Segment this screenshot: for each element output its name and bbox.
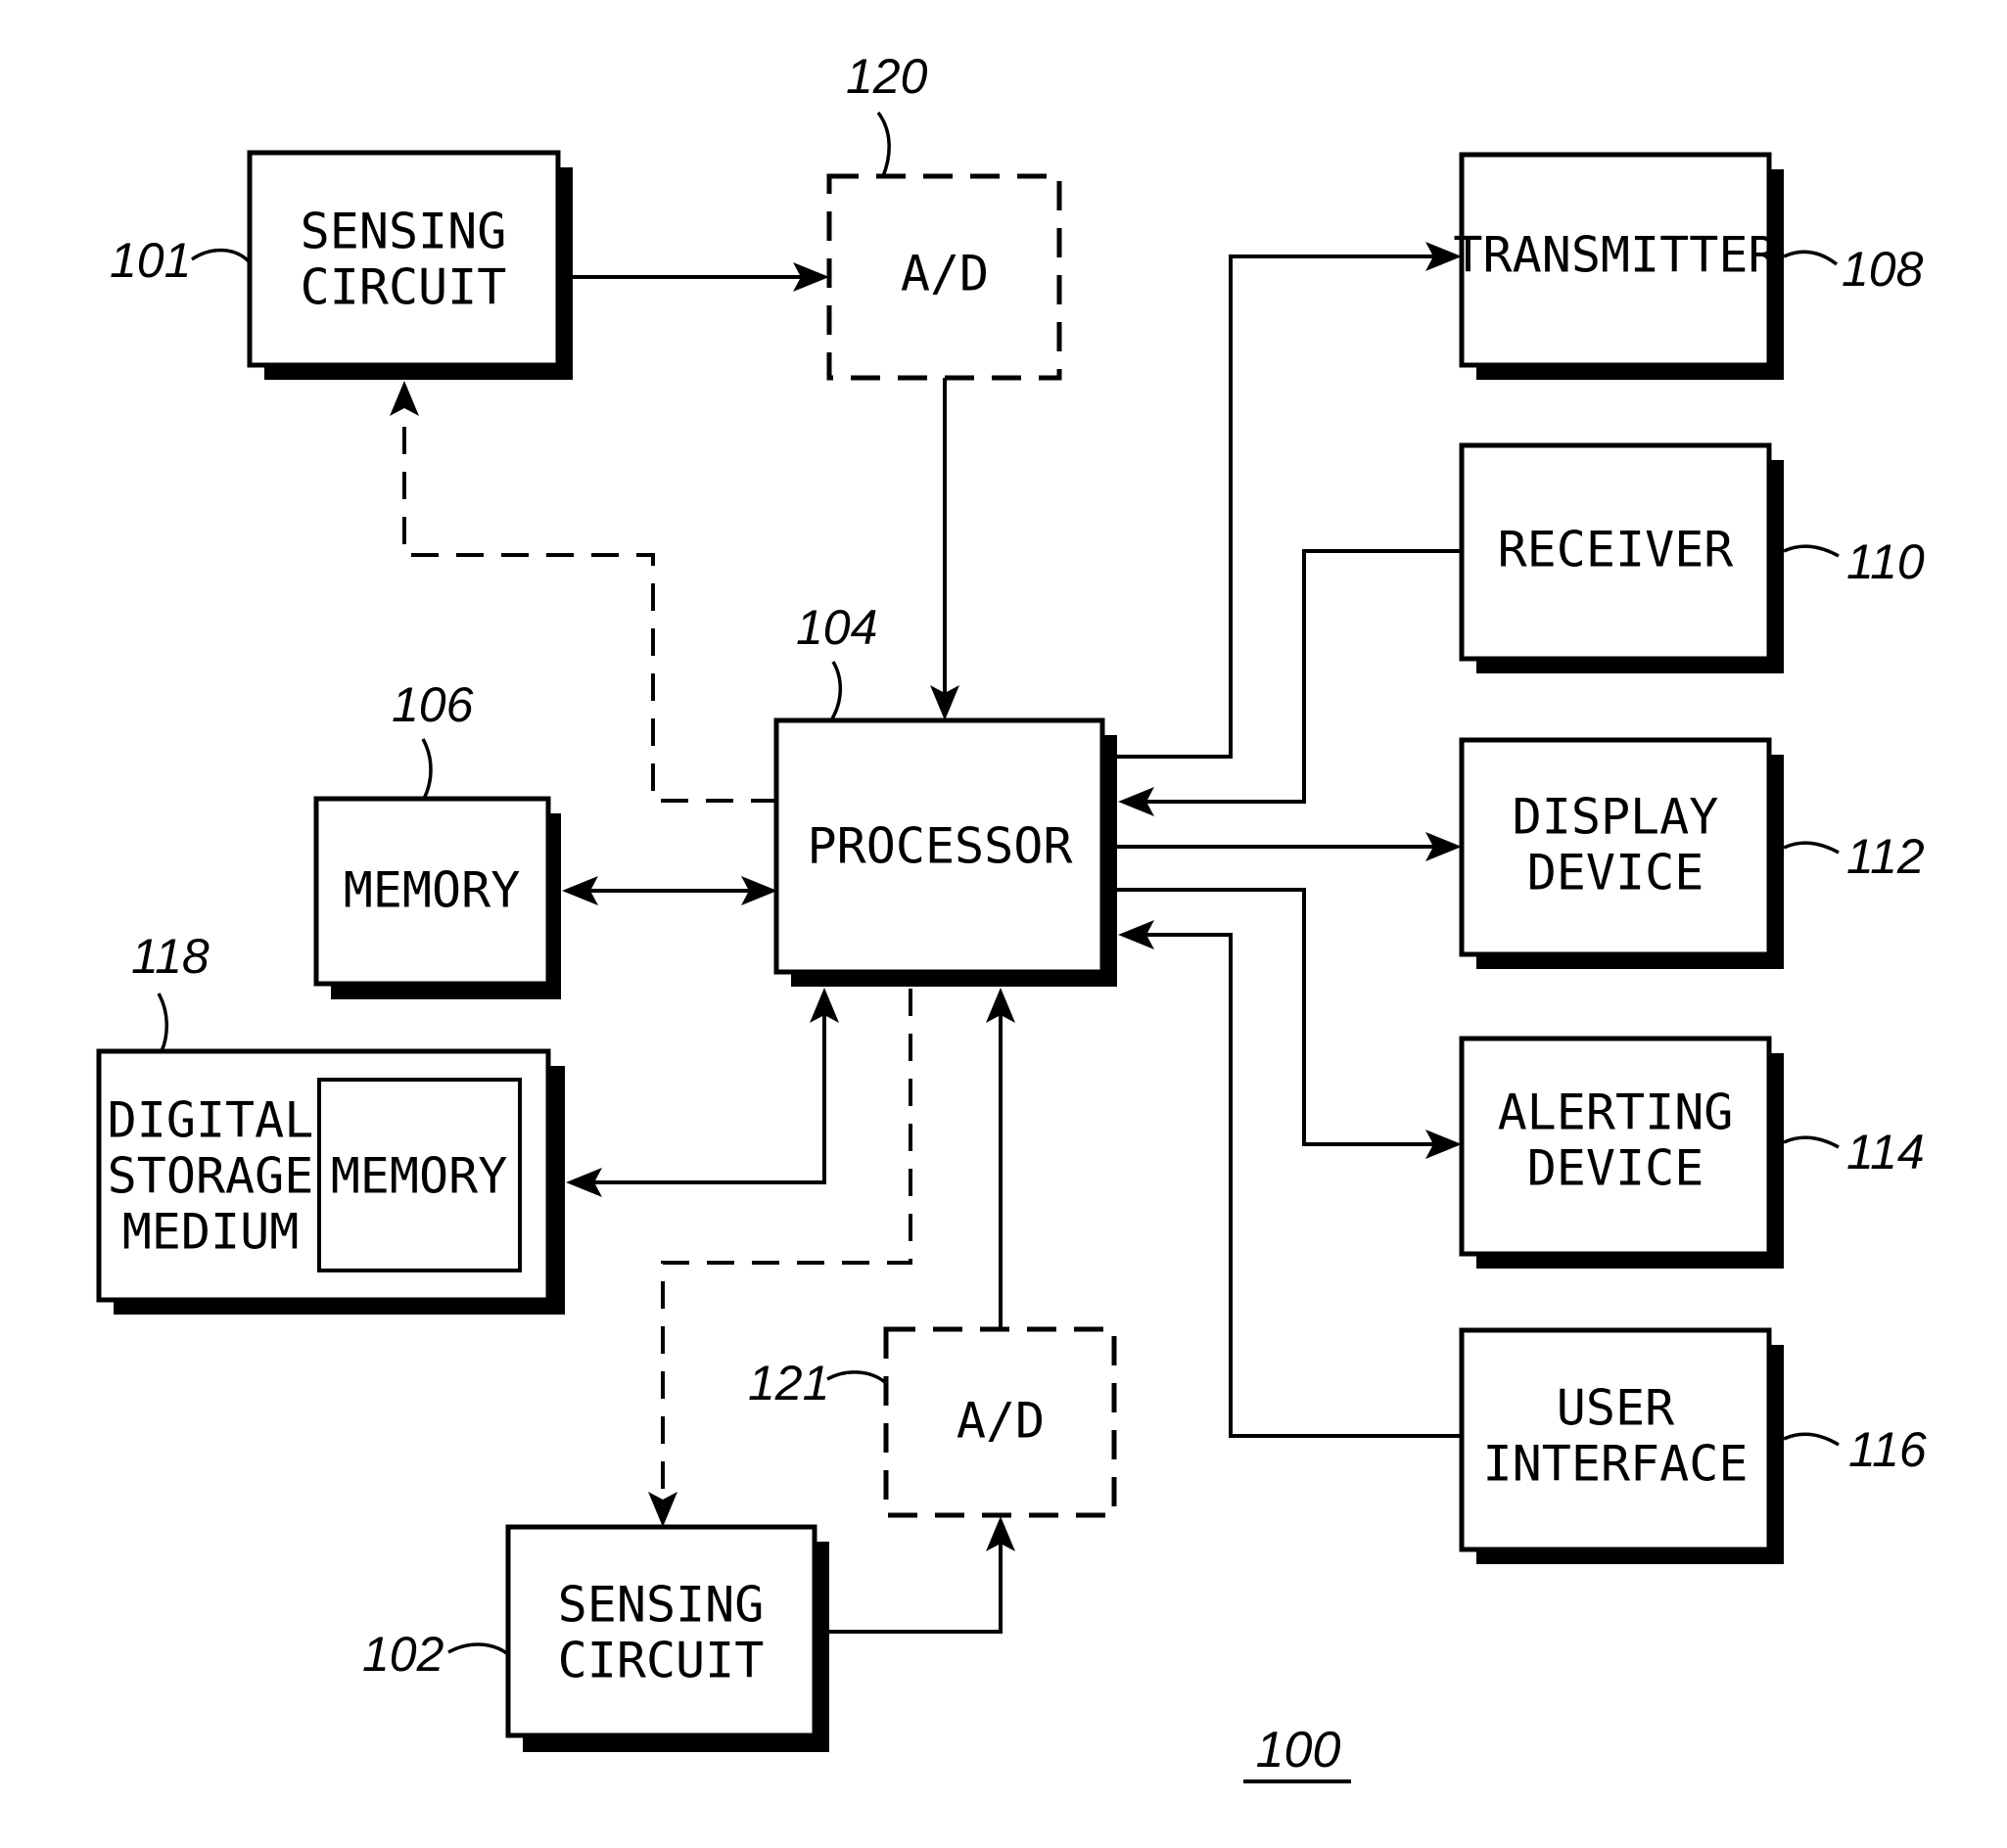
block-label: RECEIVER (1498, 522, 1735, 578)
block-digital-storage-medium-118[interactable]: DIGITAL STORAGE MEDIUM MEMORY (96, 1048, 551, 1303)
block-label: DISPLAY (1513, 789, 1719, 846)
leader-line (1783, 1432, 1840, 1447)
arrowhead-down-icon (648, 1492, 677, 1527)
ref-numeral-114: 114 (1846, 1125, 1925, 1179)
ref-numeral-110: 110 (1846, 534, 1925, 589)
leader-line (447, 1642, 510, 1656)
leader-line (421, 738, 433, 800)
block-label: CIRCUIT (301, 259, 507, 316)
block-alerting-device-114[interactable]: ALERTING DEVICE (1459, 1036, 1772, 1257)
figure-number: 100 (1256, 1722, 1341, 1779)
block-label: DEVICE (1527, 845, 1704, 901)
leader-line (1783, 250, 1839, 266)
wire-ui-to-processor (1142, 933, 1462, 1438)
leader-line (829, 661, 843, 721)
block-label: USER (1557, 1380, 1675, 1437)
leader-line (1783, 1135, 1840, 1149)
wire-processor-to-transmitter (1117, 254, 1437, 759)
block-memory-106[interactable]: MEMORY (313, 796, 551, 987)
wire-storage-processor (589, 1013, 826, 1184)
ref-numeral-112: 112 (1846, 829, 1925, 884)
ref-numeral-120: 120 (846, 49, 928, 104)
ref-numeral-116: 116 (1848, 1422, 1927, 1477)
block-user-interface-116[interactable]: USER INTERFACE (1459, 1327, 1772, 1552)
ref-numeral-104: 104 (796, 600, 877, 655)
block-label: DIGITAL (108, 1092, 314, 1149)
block-transmitter-108[interactable]: TRANSMITTER (1453, 152, 1778, 368)
block-receiver-110[interactable]: RECEIVER (1459, 442, 1772, 662)
block-label: MEMORY (344, 862, 521, 919)
wire-sensing2-to-ad2 (829, 1542, 1003, 1634)
block-ad-converter-121[interactable]: A/D (883, 1326, 1117, 1518)
leader-line (1783, 544, 1840, 558)
block-ad-converter-120[interactable]: A/D (826, 173, 1062, 381)
block-label: A/D (901, 246, 989, 302)
block-label: TRANSMITTER (1453, 227, 1778, 284)
block-display-device-112[interactable]: DISPLAY DEVICE (1459, 737, 1772, 957)
ref-numeral-108: 108 (1842, 242, 1924, 297)
block-sensing-circuit-101[interactable]: SENSING CIRCUIT (247, 150, 561, 368)
block-diagram: SENSING CIRCUIT A/D PROCESSOR MEMORY DIG… (96, 49, 1927, 1783)
leader-line (1783, 841, 1840, 855)
leader-line (157, 993, 168, 1052)
block-label: SENSING (558, 1577, 765, 1634)
wire-receiver-to-processor (1142, 549, 1462, 804)
leader-line (191, 248, 252, 264)
ref-numeral-121: 121 (748, 1356, 829, 1410)
ref-numeral-106: 106 (392, 677, 474, 732)
leader-line (876, 111, 891, 177)
block-label: PROCESSOR (808, 818, 1074, 875)
ref-numeral-102: 102 (362, 1627, 444, 1682)
wire-processor-to-alerting (1117, 888, 1437, 1146)
block-label: DEVICE (1527, 1140, 1704, 1197)
ref-numeral-118: 118 (131, 929, 210, 984)
wire-processor-to-sensing2 (661, 989, 912, 1502)
block-processor-104[interactable]: PROCESSOR (773, 717, 1105, 975)
wire-processor-to-sensing1 (402, 411, 778, 803)
block-label: SENSING (301, 204, 507, 260)
arrowhead-up-icon (390, 381, 419, 416)
block-label: ALERTING (1498, 1085, 1734, 1141)
block-label: STORAGE (108, 1148, 314, 1205)
block-label: MEDIUM (122, 1204, 300, 1261)
block-label: MEMORY (331, 1148, 508, 1205)
inner-memory-block[interactable]: MEMORY (317, 1078, 522, 1272)
block-label: INTERFACE (1483, 1436, 1749, 1493)
block-sensing-circuit-102[interactable]: SENSING CIRCUIT (505, 1524, 817, 1738)
figure-reference: 100 (1243, 1722, 1351, 1783)
ref-numeral-101: 101 (110, 233, 191, 288)
block-label: CIRCUIT (558, 1633, 765, 1689)
block-label: A/D (957, 1393, 1045, 1450)
leader-line (826, 1370, 888, 1385)
